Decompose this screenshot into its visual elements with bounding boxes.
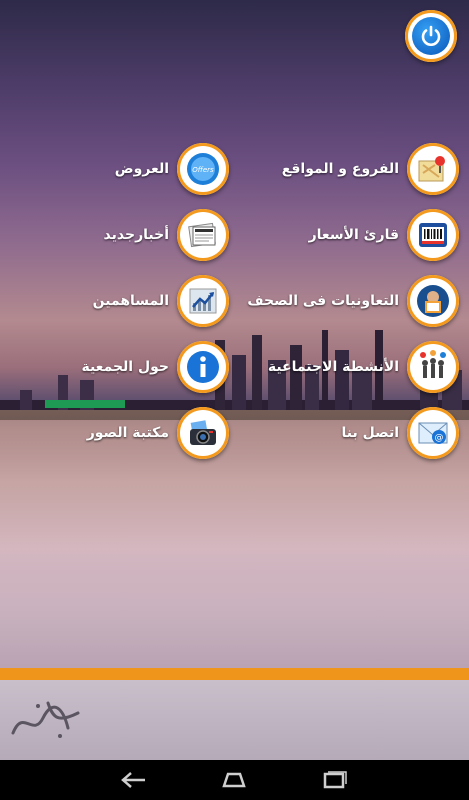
menu-item-about[interactable]: حول الجمعية bbox=[81, 339, 229, 395]
android-navigation-bar bbox=[0, 760, 469, 800]
back-arrow-icon bbox=[121, 772, 145, 788]
menu-label-prices: قارئ الأسعار bbox=[308, 227, 399, 243]
power-button[interactable] bbox=[405, 10, 457, 62]
menu-label-social: الأنشطة الاجتماعية bbox=[267, 359, 399, 375]
email-icon: @ bbox=[418, 422, 448, 444]
map-pin-icon bbox=[418, 156, 445, 182]
people-icon bbox=[420, 350, 446, 378]
newspaper-icon bbox=[188, 222, 216, 248]
menu-item-social[interactable]: الأنشطة الاجتماعية bbox=[268, 339, 459, 395]
home-icon bbox=[222, 772, 246, 788]
menu-label-shareholders: المساهمين bbox=[92, 293, 169, 309]
menu-label-gallery: مكتبة الصور bbox=[86, 425, 169, 441]
menu-item-news[interactable]: أخبارجديد bbox=[104, 207, 229, 263]
footer-accent-bar bbox=[0, 668, 469, 680]
menu-item-press[interactable]: التعاونيات فى الصحف bbox=[247, 273, 459, 329]
svg-text:@: @ bbox=[435, 433, 444, 443]
recent-apps-icon bbox=[323, 771, 347, 789]
menu-item-gallery[interactable]: مكتبة الصور bbox=[87, 405, 229, 461]
back-button[interactable] bbox=[106, 766, 162, 794]
menu-item-shareholders[interactable]: المساهمين bbox=[93, 273, 229, 329]
barcode-icon bbox=[419, 223, 447, 247]
menu-label-branches: الفروع و المواقع bbox=[281, 161, 399, 177]
offers-icon-text: Offers bbox=[192, 166, 214, 174]
menu-item-offers[interactable]: العروض Offers bbox=[115, 141, 229, 197]
recent-apps-button[interactable] bbox=[306, 766, 362, 794]
menu-label-about: حول الجمعية bbox=[81, 359, 169, 375]
chart-icon bbox=[189, 288, 217, 314]
calligraphy-logo bbox=[11, 701, 80, 738]
press-man-icon bbox=[417, 285, 449, 317]
menu-label-press: التعاونيات فى الصحف bbox=[247, 293, 399, 309]
menu-item-prices[interactable]: قارئ الأسعار bbox=[309, 207, 459, 263]
info-icon bbox=[187, 351, 219, 383]
menu-item-contact[interactable]: اتصل بنا @ bbox=[342, 405, 459, 461]
menu-item-branches[interactable]: الفروع و المواقع bbox=[282, 141, 459, 197]
offers-icon: Offers bbox=[187, 153, 219, 185]
camera-icon bbox=[189, 419, 216, 445]
power-icon bbox=[421, 25, 441, 46]
menu-label-contact: اتصل بنا bbox=[341, 425, 399, 441]
menu-label-news: أخبارجديد bbox=[103, 227, 169, 243]
menu-label-offers: العروض bbox=[114, 161, 169, 177]
home-button[interactable] bbox=[206, 766, 262, 794]
